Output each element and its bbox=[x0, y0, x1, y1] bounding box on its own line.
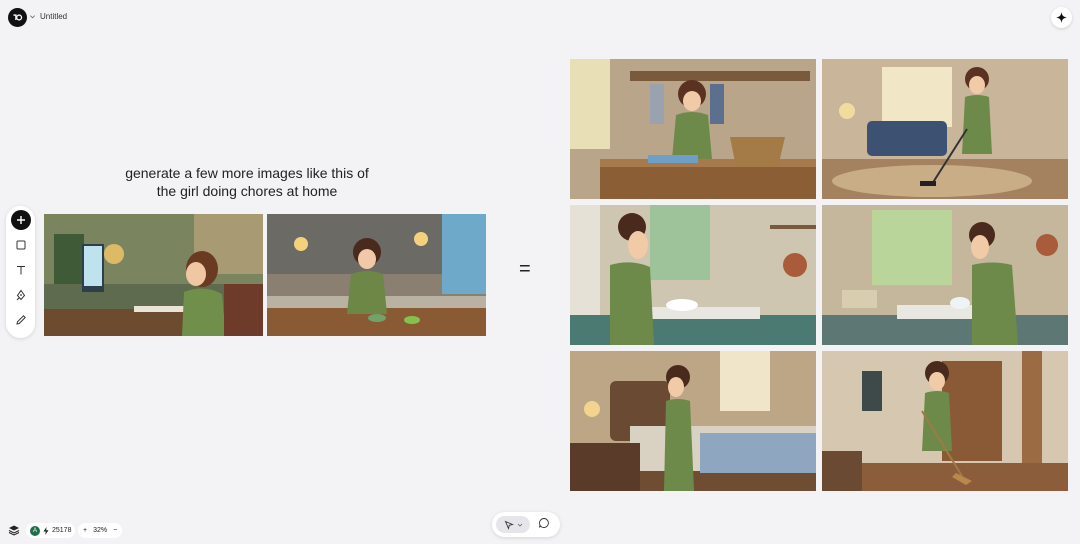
mode-bar bbox=[492, 512, 560, 537]
comment-icon bbox=[539, 517, 549, 528]
tool-palette bbox=[6, 206, 35, 338]
sparkle-icon bbox=[1056, 12, 1067, 23]
frame-tool[interactable] bbox=[11, 235, 31, 255]
lightning-icon bbox=[43, 526, 49, 535]
credits-count: 25178 bbox=[52, 527, 72, 534]
prompt-line-2: the girl doing chores at home bbox=[156, 183, 338, 199]
output-image-sweeping[interactable] bbox=[822, 351, 1068, 491]
pencil-tool[interactable] bbox=[11, 310, 31, 330]
output-image-window-sink[interactable] bbox=[822, 205, 1068, 345]
equals-sign: = bbox=[519, 258, 531, 280]
pen-icon bbox=[16, 289, 25, 301]
output-image-bed[interactable] bbox=[570, 351, 816, 491]
cursor-icon bbox=[504, 520, 514, 530]
zoom-level[interactable]: 32% bbox=[93, 527, 107, 534]
output-image-dishes[interactable] bbox=[570, 205, 816, 345]
logo-icon[interactable] bbox=[8, 8, 27, 27]
chevron-down-icon bbox=[517, 523, 522, 527]
avatar[interactable]: A bbox=[30, 525, 40, 536]
text-tool[interactable] bbox=[11, 260, 31, 280]
output-image-vacuum[interactable] bbox=[822, 59, 1068, 199]
text-icon bbox=[16, 266, 25, 275]
layers-icon[interactable] bbox=[8, 524, 20, 536]
zoom-in-button[interactable]: + bbox=[83, 527, 87, 534]
zoom-control: + 32% − bbox=[78, 523, 123, 538]
prompt-line-1: generate a few more images like this of bbox=[125, 165, 369, 181]
plus-icon bbox=[16, 216, 25, 224]
zoom-out-button[interactable]: − bbox=[113, 527, 117, 534]
add-button[interactable] bbox=[10, 210, 31, 230]
credits-badge[interactable]: A 25178 bbox=[26, 523, 76, 538]
square-icon bbox=[16, 240, 25, 250]
chevron-down-icon[interactable] bbox=[29, 13, 36, 20]
pencil-icon bbox=[15, 315, 26, 325]
ai-assistant-button[interactable] bbox=[1051, 7, 1072, 28]
select-mode-button[interactable] bbox=[496, 516, 530, 533]
comment-button[interactable] bbox=[538, 516, 550, 534]
output-image-laundry[interactable] bbox=[570, 59, 816, 199]
input-image-kitchen[interactable] bbox=[267, 214, 486, 336]
pen-tool[interactable] bbox=[11, 285, 31, 305]
input-image-desk[interactable] bbox=[44, 214, 263, 336]
document-title[interactable]: Untitled bbox=[40, 12, 67, 21]
prompt-text[interactable]: generate a few more images like this of … bbox=[96, 164, 398, 200]
